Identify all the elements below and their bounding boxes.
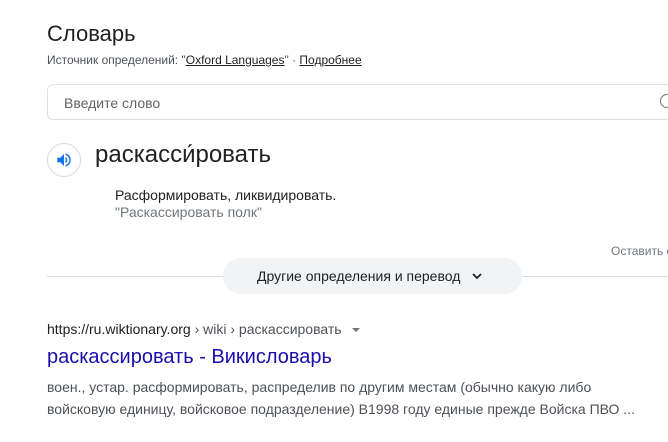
chevron-down-icon	[472, 273, 482, 280]
result-snippet: воен., устар. расформировать, распредели…	[47, 376, 647, 420]
headword: раскасси́ровать	[95, 141, 271, 168]
result-domain: https://ru.wiktionary.org	[47, 321, 191, 337]
definition-source: Источник определений: "Oxford Languages"…	[47, 53, 362, 67]
usage-example: "Раскассировать полк"	[115, 204, 262, 220]
more-definitions-button[interactable]: Другие определения и перевод	[223, 258, 522, 294]
more-definitions-label: Другие определения и перевод	[257, 268, 461, 284]
result-menu-caret-icon[interactable]	[351, 326, 361, 334]
dictionary-title: Словарь	[47, 21, 136, 46]
snippet-line: воен., устар. расформировать, распредели…	[47, 379, 592, 395]
result-title-link[interactable]: раскассировать - Викисловарь	[47, 346, 332, 369]
pronunciation-button[interactable]	[47, 143, 81, 177]
definition-text: Расформировать, ликвидировать.	[115, 187, 337, 203]
source-prefix: Источник определений: "	[47, 53, 186, 67]
source-suffix: " ·	[284, 53, 300, 67]
more-info-link[interactable]: Подробнее	[299, 53, 361, 67]
snippet-line: войсковую единицу, войсковое подразделен…	[47, 401, 635, 417]
feedback-link[interactable]: Оставить отзыв	[611, 244, 668, 258]
word-search-input[interactable]	[62, 85, 656, 121]
result-breadcrumb: › wiki › раскассировать	[190, 321, 342, 337]
word-search-box[interactable]	[47, 84, 668, 121]
source-link-oxford[interactable]: Oxford Languages	[186, 53, 285, 67]
result-url[interactable]: https://ru.wiktionary.org › wiki › раска…	[47, 321, 361, 337]
search-icon[interactable]	[660, 94, 668, 108]
speaker-icon	[57, 153, 71, 167]
